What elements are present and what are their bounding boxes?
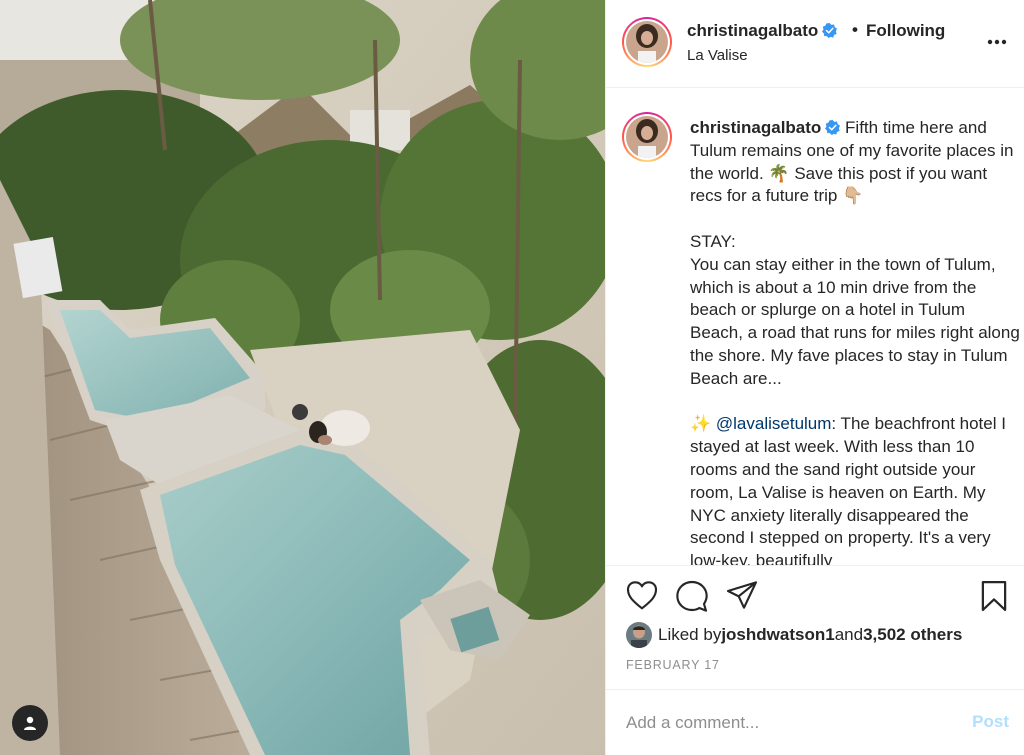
paper-plane-icon[interactable] [726, 580, 758, 610]
comments-section[interactable]: christinagalbato Fifth time here and Tul… [606, 89, 1024, 565]
post-header: christinagalbato • Following La Valise [606, 0, 1024, 88]
mention-link[interactable]: @lavalisetulum [716, 414, 832, 433]
header-username[interactable]: christinagalbato [687, 21, 818, 40]
post-image [0, 0, 605, 755]
tags-button[interactable] [12, 705, 48, 741]
add-comment-bar: Post [606, 689, 1024, 755]
verified-badge-icon [822, 23, 838, 38]
user-tag-icon [24, 716, 36, 730]
avatar-image [626, 21, 668, 63]
comment-input[interactable] [626, 710, 956, 736]
post-actions: Liked by joshdwatson1 and 3,502 others F… [606, 565, 1024, 689]
following-button[interactable]: Following [866, 21, 945, 41]
post-side-panel: christinagalbato • Following La Valise c… [605, 0, 1024, 755]
avatar-image [626, 116, 668, 158]
avatar [626, 116, 668, 158]
avatar-image [626, 622, 652, 648]
comment-bubble-icon[interactable] [676, 580, 708, 612]
separator-dot: • [852, 20, 858, 39]
post-date[interactable]: FEBRUARY 17 [626, 658, 720, 672]
post-comment-button[interactable]: Post [972, 712, 1009, 732]
post-caption: christinagalbato Fifth time here and Tul… [690, 117, 1020, 565]
header-username-row: christinagalbato [687, 21, 838, 41]
likes-middle: and [834, 625, 864, 644]
caption-text-continued: : The beachfront hotel I stayed at last … [690, 414, 1011, 565]
header-avatar[interactable] [622, 17, 672, 67]
liker-avatar[interactable] [626, 622, 652, 648]
likes-prefix: Liked by [658, 625, 722, 644]
heart-icon[interactable] [626, 580, 658, 610]
bookmark-icon[interactable] [980, 580, 1008, 612]
caption-avatar[interactable] [622, 112, 672, 162]
avatar [626, 21, 668, 63]
caption-username[interactable]: christinagalbato [690, 118, 821, 137]
likes-others-link[interactable]: 3,502 others [863, 625, 962, 645]
post-photo[interactable] [0, 0, 605, 755]
liker-username[interactable]: joshdwatson1 [721, 625, 834, 645]
verified-badge-icon [825, 120, 841, 135]
likes-summary: Liked by joshdwatson1 and 3,502 others [626, 622, 962, 648]
location-link[interactable]: La Valise [687, 47, 748, 64]
more-options-icon [987, 39, 1007, 45]
more-options-button[interactable] [982, 30, 1012, 54]
caption-text: Fifth time here and Tulum remains one of… [690, 118, 1020, 434]
